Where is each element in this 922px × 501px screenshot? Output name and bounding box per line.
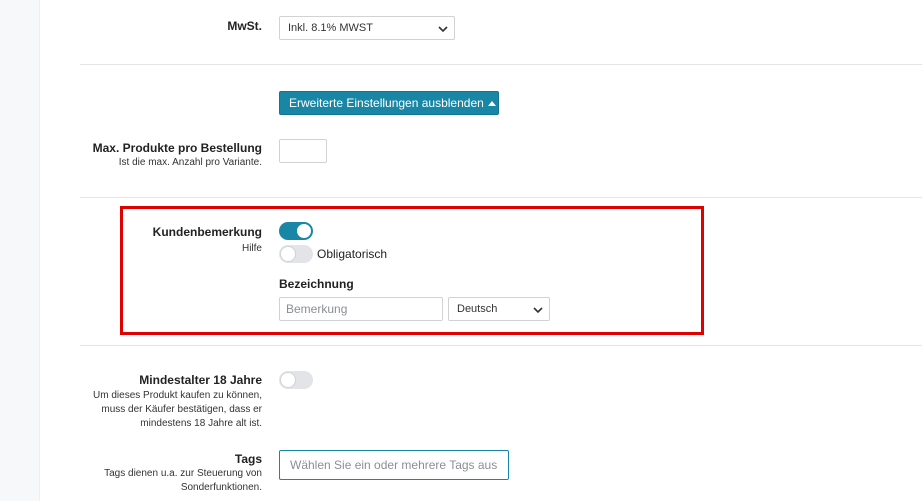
mandatory-toggle[interactable] <box>279 245 313 263</box>
min-age-toggle[interactable] <box>279 371 313 389</box>
language-select-value: Deutsch <box>457 303 498 315</box>
min-age-label: Mindestalter 18 Jahre <box>139 373 262 387</box>
tags-input[interactable]: Wählen Sie ein oder mehrere Tags aus <box>279 450 509 480</box>
left-sidebar-strip <box>0 0 40 501</box>
section-divider <box>80 64 922 65</box>
language-select[interactable]: Deutsch <box>448 297 550 321</box>
vat-select-value: Inkl. 8.1% MWST <box>288 22 373 34</box>
toggle-knob <box>297 224 311 238</box>
max-products-input[interactable] <box>279 139 327 163</box>
designation-label: Bezeichnung <box>279 277 354 291</box>
chevron-down-icon <box>533 307 543 314</box>
customer-note-toggle[interactable] <box>279 222 313 240</box>
designation-input[interactable]: Bemerkung <box>279 297 443 321</box>
toggle-knob <box>281 373 295 387</box>
vat-select[interactable]: Inkl. 8.1% MWST <box>279 16 455 40</box>
customer-note-help: Hilfe <box>241 243 262 254</box>
toggle-advanced-settings-button[interactable]: Erweiterte Einstellungen ausblenden <box>279 91 499 115</box>
caret-up-icon <box>487 100 496 106</box>
tags-help: Tags dienen u.a. zur Steuerung von Sonde… <box>104 468 262 493</box>
min-age-help: Um dieses Produkt kaufen zu können, muss… <box>93 390 262 429</box>
tags-label: Tags <box>234 452 262 466</box>
max-products-help: Ist die max. Anzahl pro Variante. <box>118 157 262 168</box>
toggle-advanced-settings-label: Erweiterte Einstellungen ausblenden <box>289 96 484 110</box>
mandatory-label: Obligatorisch <box>317 247 388 261</box>
section-divider <box>80 197 922 198</box>
section-divider <box>80 345 922 346</box>
max-products-label: Max. Produkte pro Bestellung <box>92 141 262 155</box>
designation-placeholder: Bemerkung <box>286 302 348 316</box>
customer-note-label: Kundenbemerkung <box>152 225 262 239</box>
toggle-knob <box>281 247 295 261</box>
vat-label: MwSt. <box>227 19 262 33</box>
tags-placeholder: Wählen Sie ein oder mehrere Tags aus <box>290 458 498 472</box>
chevron-down-icon <box>438 26 448 33</box>
